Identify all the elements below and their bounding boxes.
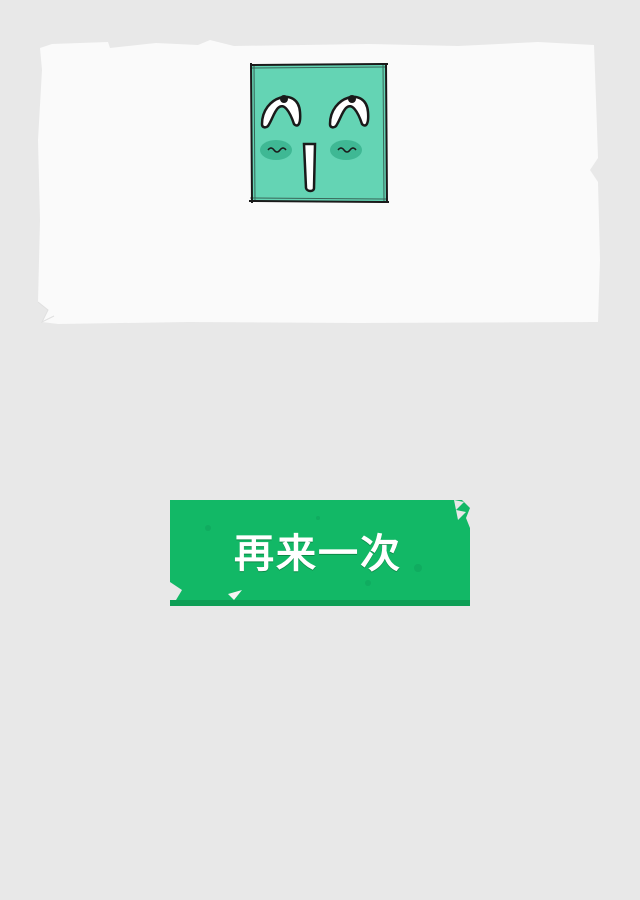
game-over-screen: 再来一次 <box>0 0 640 900</box>
retry-button-label: 再来一次 <box>234 531 402 577</box>
happy-square-face-icon <box>248 62 390 204</box>
retry-button[interactable]: 再来一次 <box>168 498 472 608</box>
